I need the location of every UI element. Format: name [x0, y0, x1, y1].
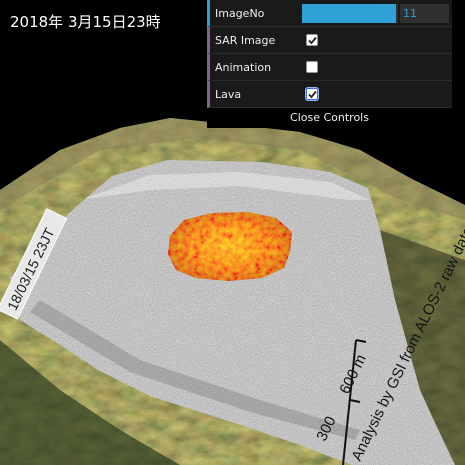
image-no-slider[interactable]: [302, 4, 398, 23]
animation-label: Animation: [215, 61, 272, 74]
map-viewport[interactable]: 18/03/15 23JT Analysis by GSI from ALOS-…: [0, 0, 465, 465]
animation-row: Animation: [207, 54, 452, 81]
sar-image-row: SAR Image: [207, 27, 452, 54]
animation-checkbox[interactable]: [306, 61, 318, 73]
sar-image-checkbox[interactable]: [306, 34, 318, 46]
image-no-slider-fill: [302, 4, 397, 23]
image-no-input[interactable]: [400, 4, 449, 23]
image-no-label: ImageNo: [215, 7, 265, 20]
checkmark-icon: [308, 90, 317, 99]
lava-label: Lava: [215, 88, 242, 101]
lava-row: Lava: [207, 81, 452, 108]
datetime-title: 2018年 3月15日23時: [10, 13, 161, 31]
controls-panel: ImageNo SAR Image Animation Lava Close C: [207, 0, 452, 128]
sar-image-label: SAR Image: [215, 34, 276, 47]
image-no-row: ImageNo: [207, 0, 452, 27]
checkmark-icon: [308, 36, 317, 45]
lava-checkbox[interactable]: [306, 88, 318, 100]
close-controls-button[interactable]: Close Controls: [207, 108, 452, 128]
